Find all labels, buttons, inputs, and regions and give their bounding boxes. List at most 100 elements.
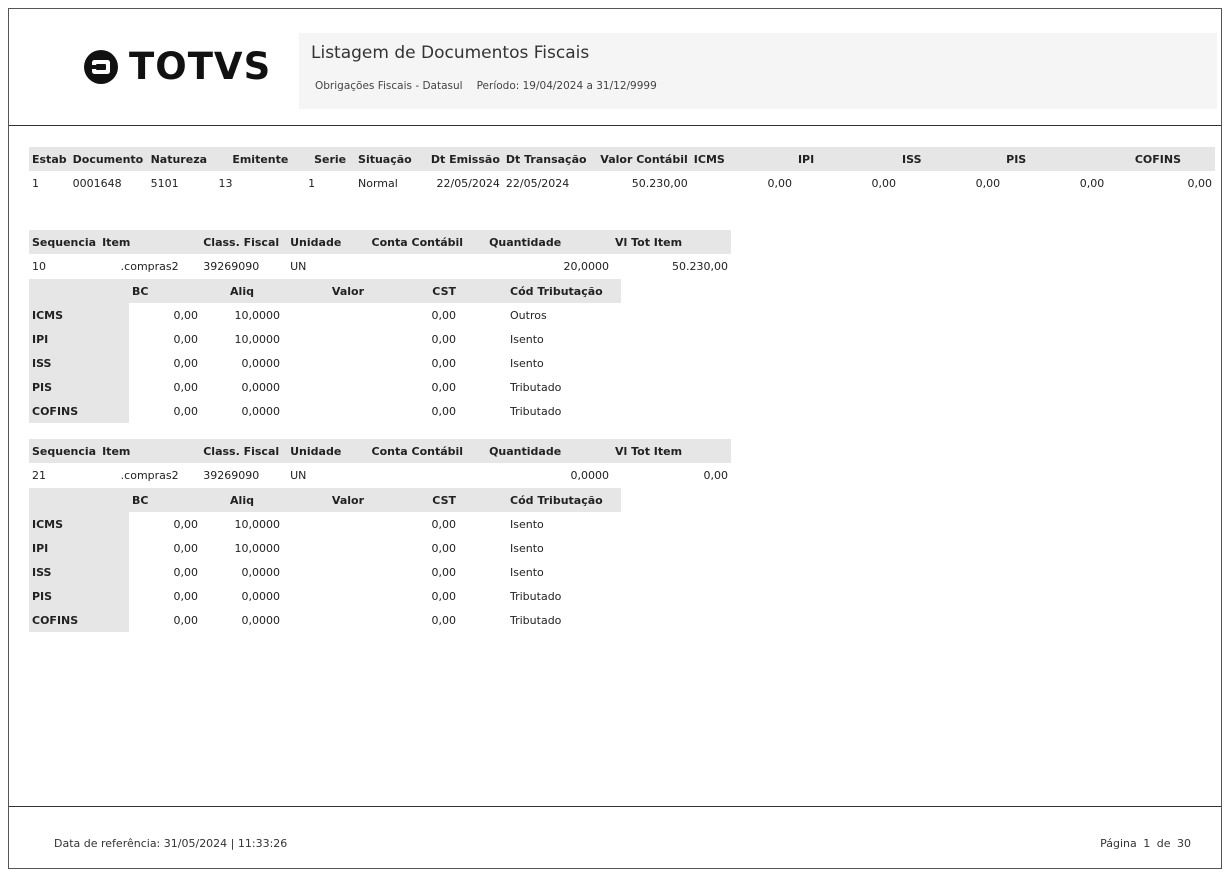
cell-estab: 1 (32, 176, 39, 190)
col-sequencia: Sequencia (29, 230, 100, 254)
cell-bc: 0,00 (173, 404, 199, 418)
tax-name: PIS (29, 375, 129, 399)
item-table: Sequencia Item Class. Fiscal Unidade Con… (29, 230, 731, 278)
reference-date-value: 31/05/2024 | 11:33:26 (163, 837, 288, 850)
col-valor: Valor (283, 279, 367, 303)
cell-bc: 0,00 (173, 308, 199, 322)
page-total: 30 (1177, 837, 1191, 850)
cell-valor: 0,00 (431, 517, 457, 531)
col-vl-tot-item: Vl Tot Item (611, 439, 731, 463)
cell-cod-tributacao: Tributado (510, 613, 562, 627)
cell-bc: 0,00 (173, 613, 199, 627)
cell-cst (459, 327, 507, 351)
totvs-logo: TOTVS (83, 45, 271, 88)
tax-name: IPI (29, 327, 129, 351)
cell-ipi: 0,00 (871, 176, 897, 190)
col-quantidade: Quantidade (486, 439, 612, 463)
document-header-row: Estab Documento Natureza Emitente Serie … (29, 147, 1215, 171)
cell-cst (459, 399, 507, 423)
cell-cst (459, 512, 507, 536)
col-class-fiscal: Class. Fiscal (200, 439, 288, 463)
table-row: IPI 0,00 10,0000 0,00 Isento (29, 327, 621, 351)
tax-name: ISS (29, 560, 129, 584)
col-cod-tributacao: Cód Tributação (507, 279, 621, 303)
cell-quantidade: 20,0000 (563, 259, 609, 273)
cell-cod-tributacao: Isento (510, 356, 544, 370)
col-serie: Serie (305, 147, 356, 171)
tax-name: PIS (29, 584, 129, 608)
cell-cofins: 0,00 (1187, 176, 1213, 190)
page-of: de (1156, 837, 1171, 850)
cell-aliq: 10,0000 (234, 517, 281, 531)
table-row: PIS 0,00 0,0000 0,00 Tributado (29, 584, 621, 608)
cell-cst (459, 375, 507, 399)
cell-cod-tributacao: Isento (510, 332, 544, 346)
periodo-value: 19/04/2024 a 31/12/9999 (522, 80, 657, 92)
cell-cod-tributacao: Isento (510, 565, 544, 579)
col-conta-contabil: Conta Contábil (368, 439, 487, 463)
cell-aliq: 0,0000 (241, 589, 281, 603)
tax-name: ICMS (29, 512, 129, 536)
cell-sequencia: 10 (32, 259, 46, 273)
cell-pis: 0,00 (1079, 176, 1105, 190)
col-cofins: COFINS (1107, 147, 1215, 171)
col-documento: Documento (69, 147, 148, 171)
cell-dt-transacao: 22/05/2024 (505, 176, 570, 190)
col-valor-contabil: Valor Contábil (594, 147, 691, 171)
reference-date: Data de referência: 31/05/2024 | 11:33:2… (54, 837, 287, 850)
cell-cst (459, 584, 507, 608)
table-row: 21 .compras2 39269090 UN 0,0000 0,00 (29, 463, 731, 487)
cell-aliq: 10,0000 (234, 332, 281, 346)
cell-valor: 0,00 (431, 380, 457, 394)
table-row: ICMS 0,00 10,0000 0,00 Isento (29, 512, 621, 536)
col-pis: PIS (1003, 147, 1108, 171)
report-subtitle: Obrigações Fiscais - Datasul Período: 19/… (315, 80, 657, 92)
document-table: Estab Documento Natureza Emitente Serie … (29, 147, 1215, 195)
col-icms: ICMS (690, 147, 795, 171)
cell-serie: 1 (308, 176, 316, 190)
item-header-row: Sequencia Item Class. Fiscal Unidade Con… (29, 439, 731, 463)
cell-cod-tributacao: Isento (510, 517, 544, 531)
footer-divider (9, 806, 1221, 807)
cell-cod-tributacao: Outros (510, 308, 547, 322)
cell-valor: 0,00 (431, 589, 457, 603)
header-divider (9, 125, 1221, 126)
cell-valor: 0,00 (431, 613, 457, 627)
cell-valor: 0,00 (431, 308, 457, 322)
cell-quantidade: 0,0000 (570, 468, 609, 482)
cell-valor: 0,00 (431, 541, 457, 555)
cell-conta-contabil (369, 254, 487, 278)
col-valor: Valor (283, 488, 367, 512)
table-row: ISS 0,00 0,0000 0,00 Isento (29, 351, 621, 375)
cell-natureza: 5101 (150, 176, 179, 190)
reference-date-label: Data de referência: (54, 837, 161, 850)
col-iss: ISS (899, 147, 1004, 171)
cell-cod-tributacao: Tributado (510, 589, 562, 603)
item-table: Sequencia Item Class. Fiscal Unidade Con… (29, 439, 731, 487)
cell-vl-tot-item: 0,00 (703, 468, 729, 482)
cell-cst (459, 351, 507, 375)
cell-bc: 0,00 (173, 332, 199, 346)
periodo-label: Período: (476, 80, 520, 92)
cell-icms: 0,00 (767, 176, 792, 190)
col-unidade: Unidade (287, 439, 369, 463)
cell-cst (459, 560, 507, 584)
table-row: ISS 0,00 0,0000 0,00 Isento (29, 560, 621, 584)
cell-valor: 0,00 (431, 356, 457, 370)
col-class-fiscal: Class. Fiscal (200, 230, 288, 254)
table-row: IPI 0,00 10,0000 0,00 Isento (29, 536, 621, 560)
col-cst: CST (367, 279, 459, 303)
cell-aliq: 0,0000 (241, 565, 281, 579)
cell-bc: 0,00 (173, 589, 199, 603)
cell-aliq: 0,0000 (241, 356, 281, 370)
logo-text: TOTVS (129, 45, 272, 88)
tax-name: COFINS (29, 399, 129, 423)
cell-valor-contabil: 50.230,00 (631, 176, 688, 190)
table-row: 1 0001648 5101 13 1 Normal 22/05/2024 22… (29, 171, 1215, 195)
table-row: PIS 0,00 0,0000 0,00 Tributado (29, 375, 621, 399)
subtitle-module: Obrigações Fiscais - Datasul (315, 80, 463, 92)
cell-documento: 0001648 (72, 176, 122, 190)
page-current: 1 (1143, 837, 1151, 850)
cell-valor: 0,00 (431, 332, 457, 346)
col-aliq: Aliq (201, 279, 283, 303)
